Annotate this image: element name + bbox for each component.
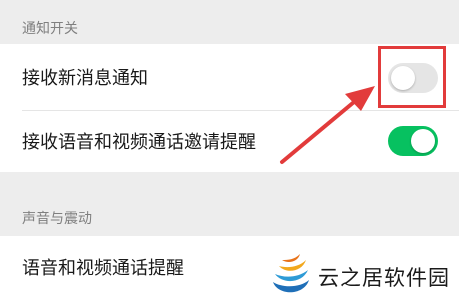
watermark: 云之居软件园 bbox=[260, 246, 459, 302]
watermark-text: 云之居软件园 bbox=[318, 266, 450, 290]
site-logo-icon bbox=[273, 254, 309, 293]
